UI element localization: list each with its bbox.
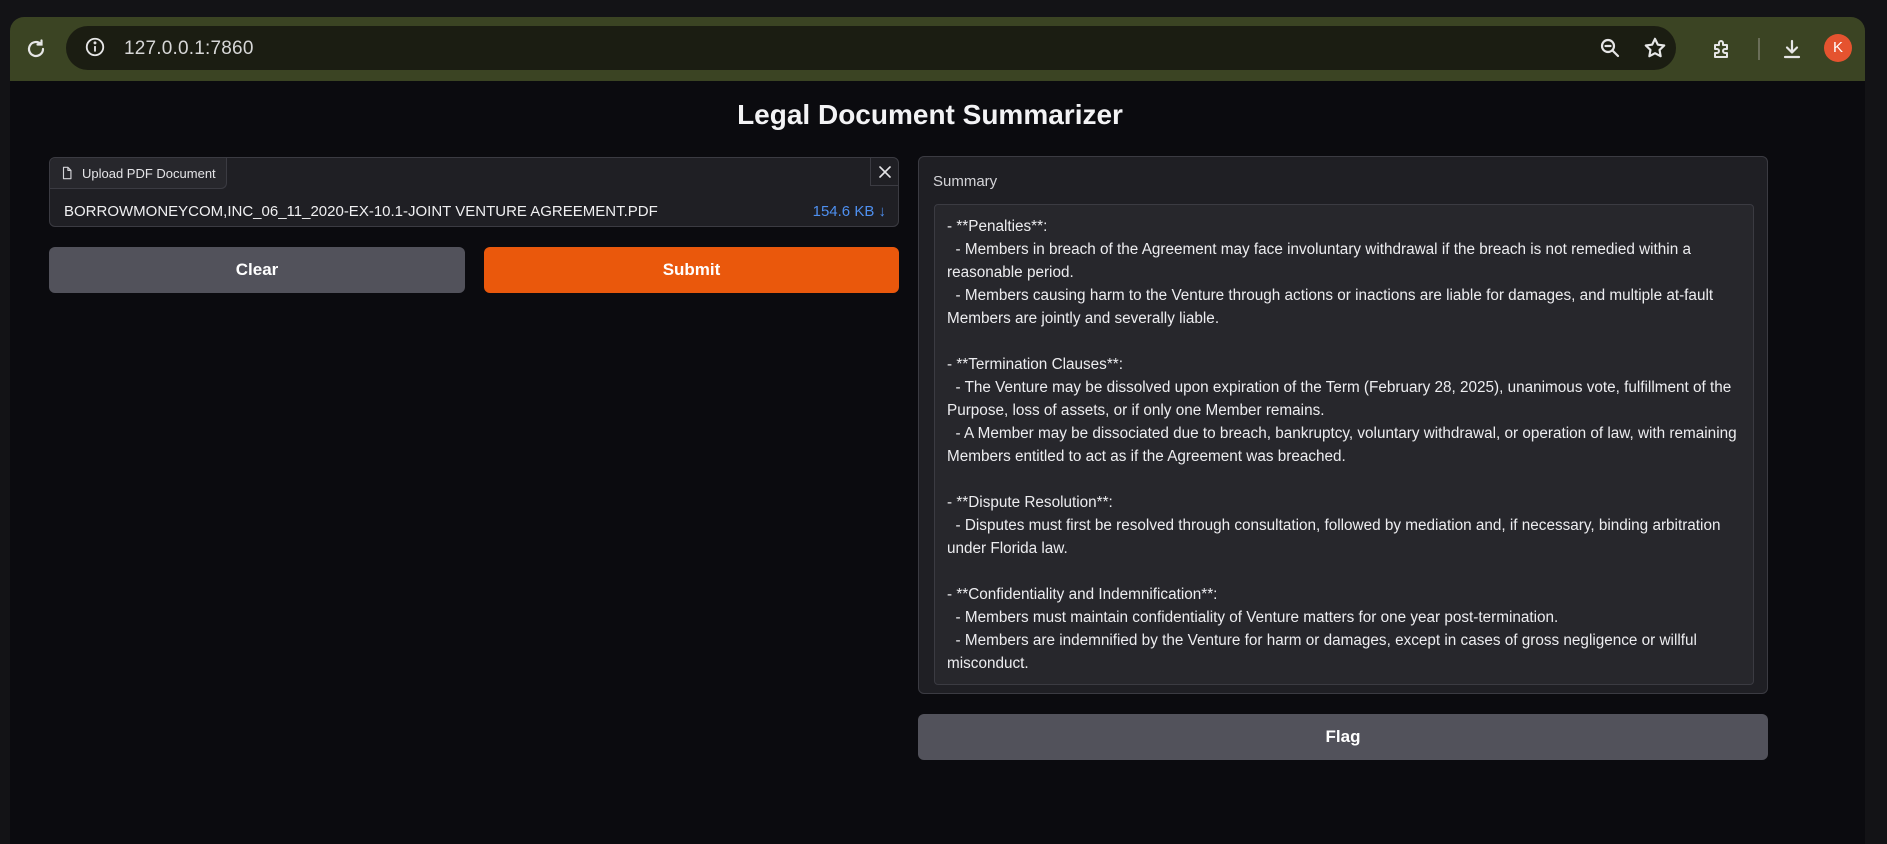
address-bar[interactable]: 127.0.0.1:7860 [66,26,1676,70]
profile-avatar[interactable]: K [1824,34,1852,62]
bookmark-star-icon[interactable] [1642,35,1668,61]
site-info-icon[interactable] [84,36,106,58]
uploaded-file-row: BORROWMONEYCOM,INC_06_11_2020-EX-10.1-JO… [50,195,898,227]
file-name: BORROWMONEYCOM,INC_06_11_2020-EX-10.1-JO… [64,202,658,220]
upload-label-text: Upload PDF Document [82,165,216,181]
url-text[interactable]: 127.0.0.1:7860 [124,38,254,60]
close-icon [878,165,891,178]
toolbar-divider [1758,38,1760,60]
clear-button[interactable]: Clear [49,247,465,293]
browser-window: 127.0.0.1:7860 K Legal Document Summariz… [0,0,1887,844]
submit-button[interactable]: Submit [484,247,899,293]
page-title: Legal Document Summarizer [737,99,1123,130]
summary-panel: Summary - **Penalties**: - Members in br… [918,156,1768,694]
browser-toolbar: 127.0.0.1:7860 K [10,17,1865,81]
extensions-icon[interactable] [1710,37,1734,61]
flag-button[interactable]: Flag [918,714,1768,760]
zoom-icon[interactable] [1598,36,1622,60]
file-icon [62,166,72,180]
summary-label: Summary [933,173,998,190]
file-upload[interactable]: Upload PDF Document BORROWMONEYCOM,INC_0… [49,157,899,227]
download-icon[interactable] [1780,37,1804,61]
file-size-download-link[interactable]: 154.6 KB ↓ [813,203,886,220]
page-content: Legal Document Summarizer Upload PDF Doc… [10,81,1865,844]
reload-icon[interactable] [24,37,48,61]
summary-textbox[interactable]: - **Penalties**: - Members in breach of … [934,204,1754,685]
remove-file-button[interactable] [870,158,898,186]
upload-label: Upload PDF Document [50,158,227,189]
